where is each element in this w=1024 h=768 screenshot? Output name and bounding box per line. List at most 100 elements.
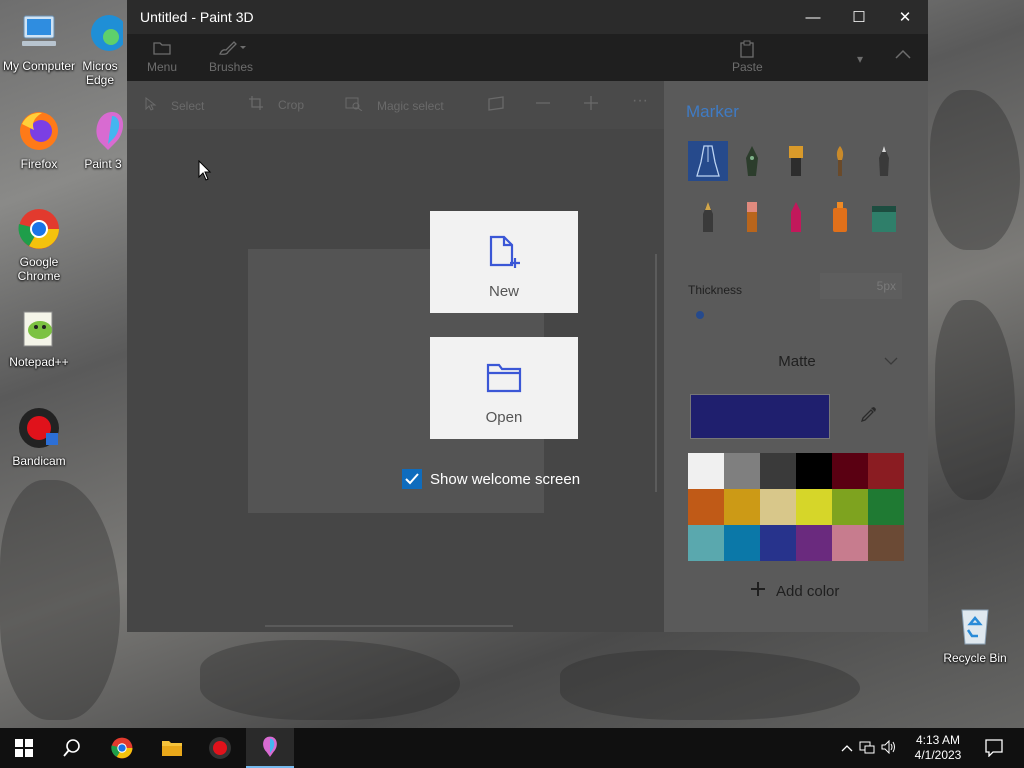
palette-swatch[interactable]	[832, 453, 868, 489]
oil-brush[interactable]	[776, 141, 816, 181]
current-color-swatch[interactable]	[690, 394, 830, 439]
zoom-out-icon[interactable]	[535, 95, 551, 111]
watercolor-brush[interactable]	[820, 141, 860, 181]
pixel-pen-brush[interactable]	[864, 141, 904, 181]
palette-swatch[interactable]	[688, 453, 724, 489]
desktop-icon-my-computer[interactable]: My Computer	[1, 10, 77, 73]
finish-dropdown[interactable]: Matte	[688, 343, 906, 379]
plus-icon	[750, 581, 766, 601]
chevron-down-icon[interactable]: ▾	[857, 52, 863, 66]
desktop-icon-paint3d[interactable]: Paint 3	[78, 108, 128, 171]
palette-swatch[interactable]	[688, 489, 724, 525]
notepadpp-icon	[16, 306, 62, 352]
desktop-icon-firefox[interactable]: Firefox	[1, 108, 77, 171]
new-button[interactable]: New	[430, 211, 578, 313]
palette-swatch[interactable]	[724, 489, 760, 525]
palette-swatch[interactable]	[724, 453, 760, 489]
taskbar-bandicam[interactable]	[196, 728, 244, 768]
taskbar: 4:13 AM 4/1/2023	[0, 728, 1024, 768]
window-title: Untitled - Paint 3D	[140, 9, 254, 25]
paint3d-window: Untitled - Paint 3D — ☐ ✕ Menu Brushes P…	[127, 0, 928, 632]
palette-swatch[interactable]	[796, 453, 832, 489]
palette-swatch[interactable]	[868, 525, 904, 561]
paste-button[interactable]: Paste	[732, 40, 763, 74]
close-button[interactable]: ✕	[882, 0, 928, 34]
ribbon: Menu Brushes Paste ▾	[127, 34, 928, 81]
desktop-icon-label: Recycle Bin	[943, 651, 1007, 665]
collapse-ribbon-button[interactable]	[895, 48, 911, 62]
magic-select-label: Magic select	[377, 98, 444, 113]
desktop-icon-label: My Computer	[2, 59, 76, 73]
palette-swatch[interactable]	[868, 453, 904, 489]
select-label: Select	[171, 98, 205, 113]
volume-icon[interactable]	[878, 739, 900, 757]
thickness-input[interactable]: 5px	[820, 273, 902, 299]
action-center-button[interactable]	[970, 728, 1018, 768]
palette-swatch[interactable]	[760, 525, 796, 561]
palette-swatch[interactable]	[796, 489, 832, 525]
eraser-brush[interactable]	[732, 197, 772, 237]
recycle-bin-icon	[952, 602, 998, 648]
desktop-icon-label: Google	[19, 255, 59, 269]
start-button[interactable]	[0, 728, 48, 768]
palette-swatch[interactable]	[760, 489, 796, 525]
marker-brush[interactable]	[688, 141, 728, 181]
menu-button[interactable]: Menu	[147, 40, 177, 74]
calligraphy-pen-brush[interactable]	[732, 141, 772, 181]
chevron-down-icon	[884, 353, 898, 370]
spray-can-brush[interactable]	[820, 197, 860, 237]
clock[interactable]: 4:13 AM 4/1/2023	[912, 728, 964, 768]
desktop-icon-edge[interactable]: Micros Edge	[72, 10, 128, 87]
desktop-icon-label: Firefox	[20, 157, 58, 171]
eyedropper-icon[interactable]	[860, 405, 878, 428]
palette-swatch[interactable]	[832, 489, 868, 525]
maximize-button[interactable]: ☐	[836, 0, 882, 34]
desktop-icon-bandicam[interactable]: Bandicam	[1, 405, 77, 468]
zoom-in-icon[interactable]	[583, 95, 599, 111]
minimize-button[interactable]: —	[790, 0, 836, 34]
fill-bucket-brush[interactable]	[864, 197, 904, 237]
pencil-brush[interactable]	[688, 197, 728, 237]
more-options-icon[interactable]: ···	[632, 92, 648, 110]
new-file-icon	[488, 235, 522, 275]
palette-swatch[interactable]	[724, 525, 760, 561]
canvas-area[interactable]	[127, 129, 664, 632]
search-button[interactable]	[48, 728, 96, 768]
desktop-icon-label: Chrome	[17, 269, 61, 283]
desktop-icon-recycle-bin[interactable]: Recycle Bin	[936, 602, 1014, 665]
chevron-up-icon[interactable]	[838, 741, 856, 755]
show-welcome-checkbox[interactable]: Show welcome screen	[402, 469, 580, 489]
taskbar-chrome[interactable]	[98, 728, 146, 768]
title-bar[interactable]: Untitled - Paint 3D — ☐ ✕	[127, 0, 928, 34]
windows-icon	[15, 739, 33, 757]
chrome-icon	[16, 206, 62, 252]
checkmark-icon	[402, 469, 422, 489]
palette-swatch[interactable]	[868, 489, 904, 525]
add-color-button[interactable]: Add color	[750, 581, 839, 601]
desktop-icon-notepadpp[interactable]: Notepad++	[1, 306, 77, 369]
open-button[interactable]: Open	[430, 337, 578, 439]
thickness-slider-thumb[interactable]	[696, 311, 704, 319]
paste-label: Paste	[732, 60, 763, 74]
mouse-cursor-icon	[198, 159, 212, 187]
select-tool[interactable]: Select	[145, 96, 205, 114]
crop-tool[interactable]: Crop	[248, 95, 304, 114]
palette-swatch[interactable]	[760, 453, 796, 489]
crop-label: Crop	[278, 97, 305, 112]
taskbar-paint3d[interactable]	[246, 728, 294, 768]
search-icon	[63, 739, 80, 757]
horizontal-scrollbar[interactable]	[265, 625, 513, 627]
brushes-button[interactable]: Brushes	[209, 40, 253, 74]
desktop-icon-chrome[interactable]: Google Chrome	[1, 206, 77, 283]
network-icon[interactable]	[856, 740, 878, 757]
palette-swatch[interactable]	[832, 525, 868, 561]
taskbar-file-explorer[interactable]	[148, 728, 196, 768]
magic-select-tool[interactable]: Magic select	[345, 97, 444, 114]
palette-swatch[interactable]	[688, 525, 724, 561]
crayon-brush[interactable]	[776, 197, 816, 237]
desktop-icon-label: Micros	[82, 59, 118, 73]
vertical-scrollbar[interactable]	[655, 254, 657, 492]
view-3d-icon[interactable]	[487, 96, 505, 112]
palette-swatch[interactable]	[796, 525, 832, 561]
bandicam-icon	[209, 737, 231, 759]
